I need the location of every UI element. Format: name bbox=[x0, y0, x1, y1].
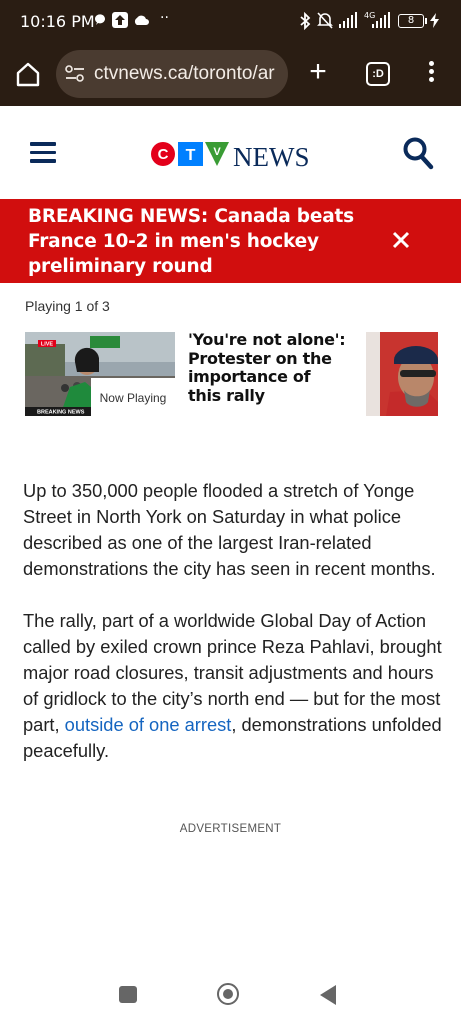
upload-icon bbox=[112, 12, 128, 28]
logo-letter-c: C bbox=[158, 146, 169, 163]
charging-icon bbox=[430, 13, 439, 28]
overflow-menu-icon[interactable] bbox=[424, 58, 438, 88]
tab-switcher-icon[interactable]: :D bbox=[366, 62, 390, 86]
home-circle-icon[interactable] bbox=[217, 983, 239, 1005]
cloud-icon bbox=[134, 15, 149, 25]
recents-square-icon[interactable] bbox=[119, 986, 137, 1003]
logo-letter-t: T bbox=[186, 147, 196, 164]
playlist-counter: Playing 1 of 3 bbox=[25, 298, 110, 314]
breaking-news-banner[interactable]: BREAKING NEWS: Canada beats France 10-2 … bbox=[0, 199, 461, 283]
now-playing-label: Now Playing bbox=[91, 378, 175, 416]
battery-icon: 8 bbox=[398, 14, 427, 28]
breaking-news-text[interactable]: BREAKING NEWS: Canada beats France 10-2 … bbox=[28, 204, 368, 279]
next-video-thumbnail[interactable] bbox=[366, 332, 438, 416]
hamburger-menu-icon[interactable] bbox=[30, 142, 56, 164]
url-bar[interactable]: ctvnews.ca/toronto/ar bbox=[56, 50, 288, 98]
status-bar: 10:16 PM ·· 4G 8 bbox=[0, 0, 461, 42]
plus-icon[interactable]: + bbox=[303, 57, 333, 88]
site-header: C T V NEWS bbox=[0, 106, 461, 199]
logo-letter-v: V bbox=[213, 146, 221, 158]
ctv-news-logo[interactable]: C T V NEWS bbox=[150, 136, 320, 172]
article-paragraph-1: Up to 350,000 people flooded a stretch o… bbox=[23, 480, 436, 579]
protester-image bbox=[366, 332, 438, 416]
advertisement-label: ADVERTISEMENT bbox=[179, 823, 282, 835]
article-paragraph-2: The rally, part of a worldwide Global Da… bbox=[23, 608, 443, 764]
more-dots-icon: ·· bbox=[160, 10, 169, 26]
browser-toolbar: ctvnews.ca/toronto/ar + :D bbox=[0, 42, 461, 106]
breaking-news-badge: BREAKING NEWS bbox=[37, 410, 85, 416]
silent-bell-icon bbox=[317, 12, 333, 29]
article-body: Up to 350,000 people flooded a stretch o… bbox=[23, 478, 443, 790]
live-badge: LIVE bbox=[41, 342, 54, 348]
signal-icon bbox=[339, 12, 357, 28]
battery-level: 8 bbox=[407, 15, 415, 26]
chat-bubble-icon bbox=[94, 14, 105, 25]
bluetooth-icon bbox=[300, 12, 311, 30]
logo-wordmark: NEWS bbox=[233, 142, 310, 172]
signal-4g-icon bbox=[372, 12, 390, 28]
tab-count-label: :D bbox=[372, 68, 384, 80]
back-triangle-icon[interactable] bbox=[320, 985, 336, 1005]
tune-icon[interactable] bbox=[65, 65, 85, 83]
home-icon[interactable] bbox=[14, 60, 42, 88]
url-text[interactable]: ctvnews.ca/toronto/ar bbox=[94, 63, 284, 85]
search-icon[interactable] bbox=[402, 136, 434, 170]
status-time: 10:16 PM bbox=[20, 12, 95, 31]
close-icon[interactable] bbox=[390, 229, 412, 251]
next-video-title[interactable]: 'You're not alone': Protester on the imp… bbox=[188, 330, 348, 405]
outside-of-one-arrest-link[interactable]: outside of one arrest bbox=[65, 714, 232, 735]
